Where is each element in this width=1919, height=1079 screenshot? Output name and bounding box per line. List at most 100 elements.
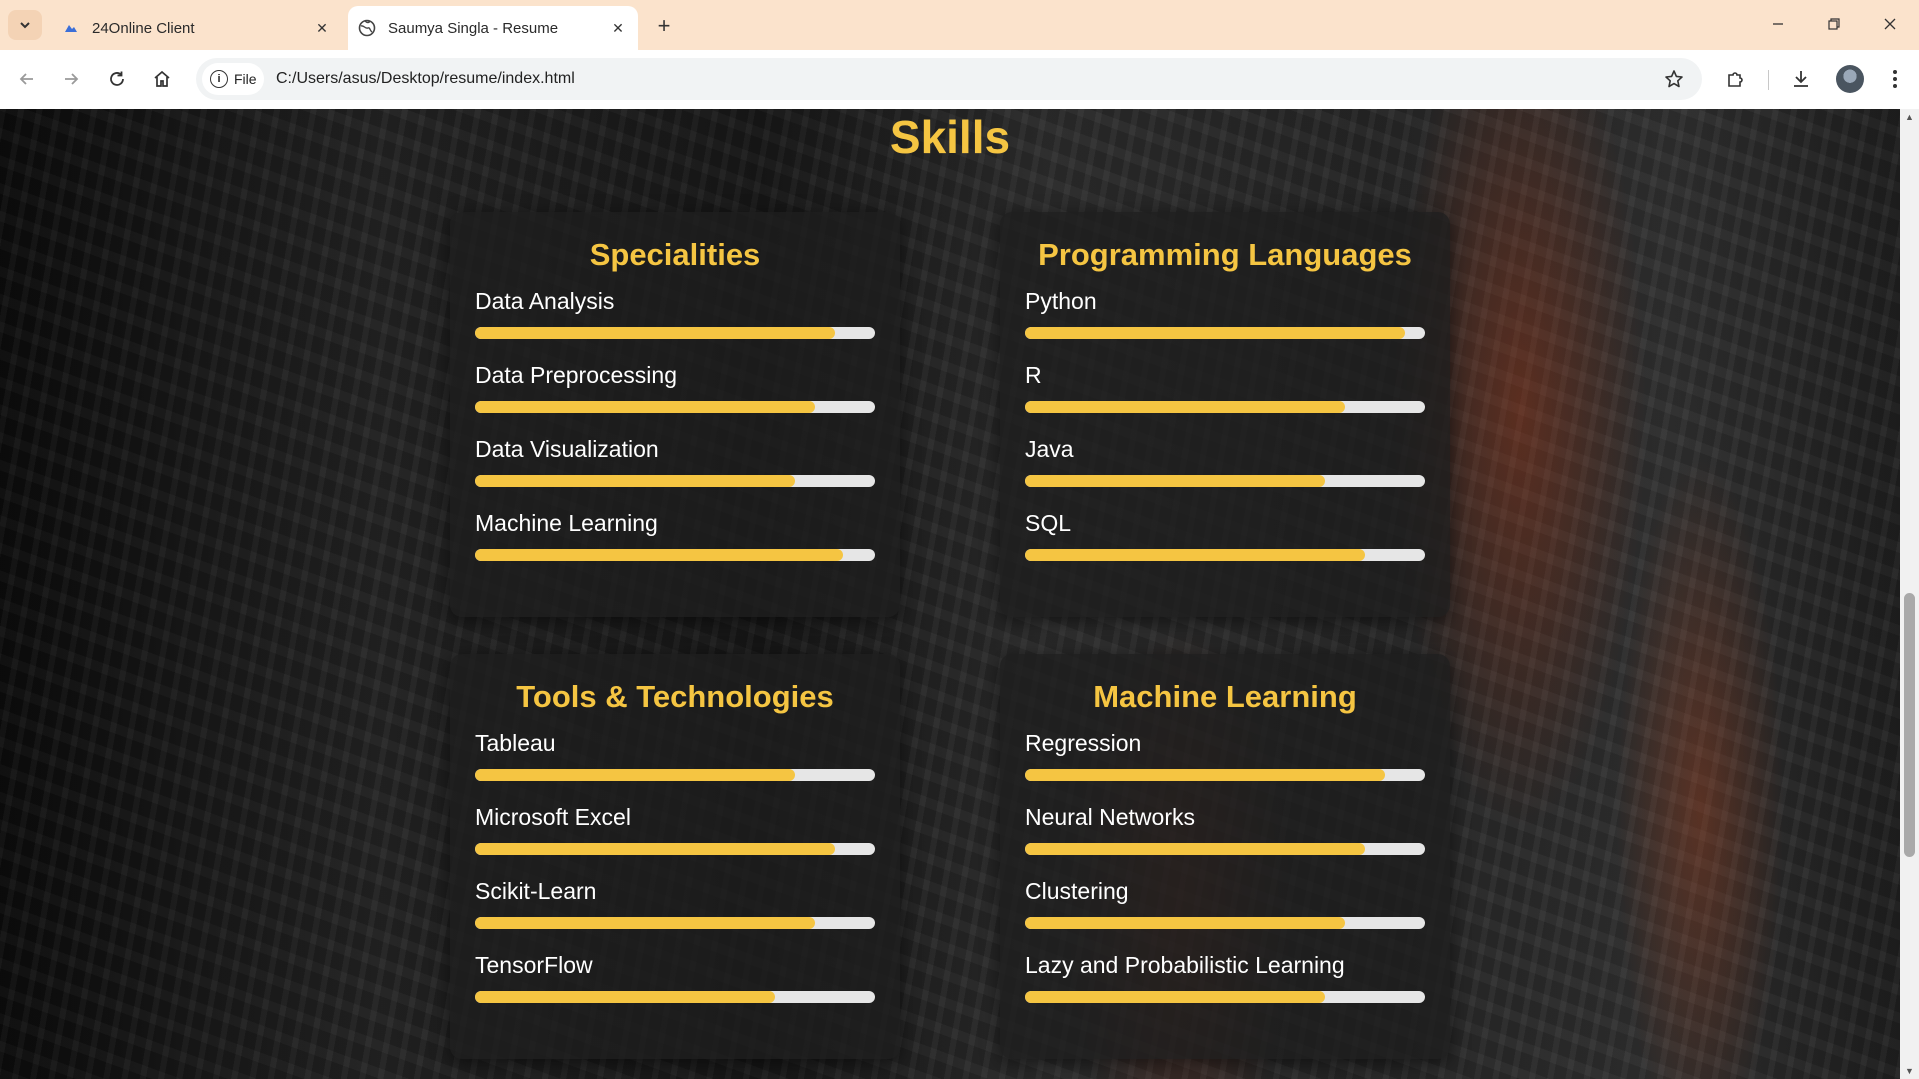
arrow-right-icon <box>65 73 79 85</box>
tab-resume[interactable]: Saumya Singla - Resume ✕ <box>348 6 638 50</box>
info-icon: i <box>210 70 228 88</box>
scroll-up-arrow-icon[interactable]: ▲ <box>1900 109 1919 125</box>
star-icon <box>1665 70 1683 88</box>
skill-card-specialities: Specialities Data Analysis Data Preproce… <box>450 212 900 617</box>
skill-progress-bar <box>475 327 875 339</box>
skill-name: Data Preprocessing <box>475 362 677 388</box>
skill-card-tools-technologies: Tools & Technologies Tableau Microsoft E… <box>450 654 900 1059</box>
reload-icon <box>110 71 124 86</box>
close-icon[interactable]: ✕ <box>310 16 334 40</box>
skill-progress-bar <box>1025 843 1425 855</box>
downloads-button[interactable] <box>1786 64 1816 94</box>
skill-card-programming-languages: Programming Languages Python R Java SQL <box>1000 212 1450 617</box>
skill-name: Data Visualization <box>475 436 659 462</box>
skill-progress-fill <box>1025 769 1385 781</box>
skill-progress-fill <box>475 843 835 855</box>
card-title: Specialities <box>589 237 761 272</box>
browser-menu-button[interactable] <box>1880 64 1910 94</box>
skill-progress-bar <box>475 475 875 487</box>
skill-name: Neural Networks <box>1025 804 1195 830</box>
skill-item: SQL <box>1025 508 1425 582</box>
skill-progress-fill <box>1025 549 1365 561</box>
skill-item: Java <box>1025 434 1425 508</box>
tab-title: Saumya Singla - Resume <box>388 19 559 37</box>
minimize-icon <box>1773 23 1783 25</box>
restore-button[interactable] <box>1806 0 1862 48</box>
skill-name: TensorFlow <box>475 952 593 978</box>
card-title: Programming Languages <box>1038 237 1412 272</box>
scrollbar-thumb[interactable] <box>1904 593 1915 857</box>
skill-item: Neural Networks <box>1025 802 1425 876</box>
skill-item: Python <box>1025 286 1425 360</box>
skill-progress-bar <box>475 843 875 855</box>
globe-icon <box>358 19 376 37</box>
skill-progress-fill <box>1025 401 1345 413</box>
cloud-icon <box>62 19 80 37</box>
restore-icon <box>1828 18 1840 30</box>
skill-item: Lazy and Probabilistic Learning <box>1025 950 1425 1024</box>
site-chip-label: File <box>234 71 257 87</box>
skill-name: Data Analysis <box>475 288 615 314</box>
skill-progress-fill <box>1025 327 1405 339</box>
back-button[interactable] <box>12 64 42 94</box>
skill-item: Microsoft Excel <box>475 802 875 876</box>
close-window-button[interactable] <box>1862 0 1918 48</box>
toolbar-divider <box>1768 70 1769 90</box>
skill-item: Machine Learning <box>475 508 875 582</box>
tab-search-button[interactable] <box>8 10 42 40</box>
skill-progress-bar <box>475 549 875 561</box>
skill-name: R <box>1025 362 1042 388</box>
skill-item: Regression <box>1025 728 1425 802</box>
site-info-chip[interactable]: i File <box>202 63 264 95</box>
skill-progress-bar <box>1025 549 1425 561</box>
minimize-button[interactable] <box>1750 0 1806 48</box>
skill-progress-bar <box>1025 327 1425 339</box>
scroll-down-arrow-icon[interactable]: ▼ <box>1900 1063 1919 1079</box>
skill-name: Microsoft Excel <box>475 804 631 830</box>
skill-progress-bar <box>1025 475 1425 487</box>
browser-toolbar: i File C:/Users/asus/Desktop/resume/inde… <box>0 50 1919 109</box>
skill-progress-fill <box>475 549 843 561</box>
url-text[interactable]: C:/Users/asus/Desktop/resume/index.html <box>276 70 575 88</box>
skill-item: Data Visualization <box>475 434 875 508</box>
tab-title: 24Online Client <box>92 19 195 37</box>
skill-name: SQL <box>1025 510 1072 536</box>
skill-item: Clustering <box>1025 876 1425 950</box>
skill-progress-bar <box>1025 991 1425 1003</box>
arrow-left-icon <box>19 73 33 85</box>
skill-item: Scikit-Learn <box>475 876 875 950</box>
profile-avatar[interactable] <box>1836 65 1864 93</box>
home-button[interactable] <box>147 64 177 94</box>
tab-24online-client[interactable]: 24Online Client ✕ <box>52 6 342 50</box>
address-bar[interactable]: i File C:/Users/asus/Desktop/resume/inde… <box>196 58 1702 100</box>
new-tab-button[interactable]: + <box>650 12 678 40</box>
skill-name: Clustering <box>1025 878 1129 904</box>
skill-card-machine-learning: Machine Learning Regression Neural Netwo… <box>1000 654 1450 1059</box>
skill-name: Machine Learning <box>475 510 658 536</box>
skill-progress-fill <box>1025 917 1345 929</box>
skill-item: R <box>1025 360 1425 434</box>
skill-name: Tableau <box>475 730 556 756</box>
skill-progress-bar <box>1025 401 1425 413</box>
skill-name: Python <box>1025 288 1097 314</box>
skill-progress-fill <box>475 917 815 929</box>
forward-button[interactable] <box>56 64 86 94</box>
skill-item: Tableau <box>475 728 875 802</box>
skill-name: Java <box>1025 436 1074 462</box>
close-icon[interactable]: ✕ <box>606 16 630 40</box>
download-icon <box>1794 71 1808 87</box>
skill-progress-fill <box>1025 475 1325 487</box>
puzzle-icon <box>1728 72 1743 87</box>
skill-item: TensorFlow <box>475 950 875 1024</box>
skill-progress-fill <box>475 991 775 1003</box>
skill-progress-bar <box>475 401 875 413</box>
bookmark-star-button[interactable] <box>1664 69 1684 94</box>
reload-button[interactable] <box>102 64 132 94</box>
skill-item: Data Analysis <box>475 286 875 360</box>
home-icon <box>154 70 170 87</box>
skill-progress-bar <box>475 917 875 929</box>
page-scrollbar[interactable]: ▲ ▼ <box>1900 109 1919 1079</box>
skill-progress-fill <box>475 327 835 339</box>
skill-progress-fill <box>475 769 795 781</box>
extensions-button[interactable] <box>1721 64 1751 94</box>
